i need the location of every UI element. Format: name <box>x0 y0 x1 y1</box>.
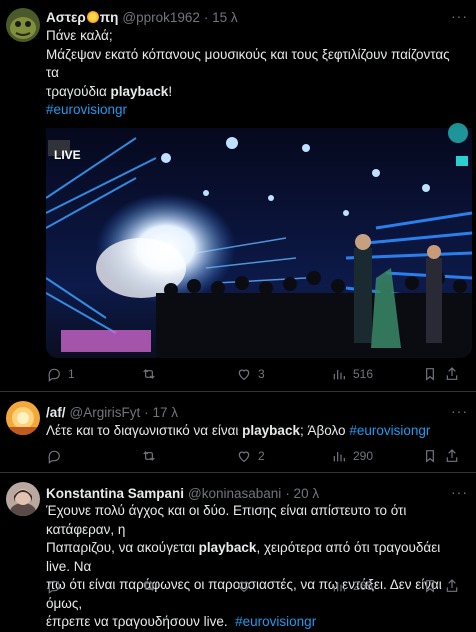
share-button[interactable] <box>444 578 466 594</box>
share-icon <box>446 449 458 462</box>
avatar[interactable] <box>6 8 40 42</box>
bookmark-button[interactable] <box>422 448 444 464</box>
text-line: τραγούδια playback! <box>46 83 173 99</box>
heart-icon <box>238 581 250 593</box>
reply-button[interactable] <box>46 448 68 464</box>
retweet-icon <box>143 451 155 461</box>
tweet-text: Λέτε και το διαγωνιστικό να είναι playba… <box>46 423 431 438</box>
retweet-icon <box>143 581 155 591</box>
view-count: 265 <box>353 579 374 593</box>
like-count: 2 <box>258 449 265 463</box>
bookmark-button[interactable] <box>422 366 444 382</box>
reply-icon <box>48 368 60 382</box>
view-count: 516 <box>353 367 374 381</box>
analytics-icon <box>333 452 345 462</box>
share-icon <box>446 367 458 380</box>
like-button[interactable]: 3 <box>236 366 265 382</box>
avatar[interactable] <box>6 401 40 435</box>
display-name[interactable]: Konstantina Sampani <box>46 486 184 501</box>
reply-count: 1 <box>68 367 75 381</box>
bookmark-button[interactable] <box>422 578 444 594</box>
view-count: 290 <box>353 449 374 463</box>
views-button[interactable]: 265 <box>331 578 373 594</box>
more-options-icon[interactable]: ··· <box>451 8 468 24</box>
tweet-2[interactable]: /af/ @ArgirisFyt · 17 λ ··· Λέτε και το … <box>0 393 476 473</box>
tweet-text: Έχουνε πολύ άγχος και οι δύο. Επισης είν… <box>46 502 466 632</box>
user-handle[interactable]: @ArgirisFyt <box>70 405 141 420</box>
reply-button[interactable] <box>46 578 68 594</box>
sun-emoji-icon <box>86 10 99 23</box>
timestamp[interactable]: · 15 λ <box>204 10 238 25</box>
bookmark-icon <box>426 368 434 381</box>
text-line: έπρεπε να τραγουδήσουν live. #eurovision… <box>46 614 317 629</box>
more-options-icon[interactable]: ··· <box>451 403 468 419</box>
bookmark-icon <box>426 580 434 593</box>
reply-icon <box>48 580 60 594</box>
bookmark-icon <box>426 450 434 463</box>
timestamp[interactable]: · 20 λ <box>285 486 319 501</box>
tweet-1[interactable]: Αστερ πη @pprok1962 · 15 λ ··· Πάνε καλά;… <box>0 0 476 392</box>
hashtag-link[interactable]: #eurovisiongr <box>349 423 430 438</box>
media-image[interactable]: LIVE <box>46 118 472 358</box>
like-button[interactable]: 2 <box>236 448 265 464</box>
analytics-icon <box>333 582 345 592</box>
heart-icon <box>238 369 250 381</box>
tweet-text: Πάνε καλά; Μάζεψαν εκατό κόπανους μουσικ… <box>46 27 466 120</box>
hashtag-link[interactable]: #eurovisiongr <box>235 614 316 629</box>
text-line: Έχουνε πολύ άγχος και οι δύο. Επισης είν… <box>46 503 407 537</box>
live-label: LIVE <box>54 148 81 162</box>
text-line: Πάνε καλά; <box>46 28 113 43</box>
views-button[interactable]: 516 <box>331 366 373 382</box>
analytics-icon <box>333 370 345 380</box>
share-button[interactable] <box>444 448 466 464</box>
more-options-icon[interactable]: ··· <box>451 484 468 500</box>
retweet-button[interactable] <box>141 448 163 464</box>
avatar[interactable] <box>6 482 40 516</box>
timestamp[interactable]: · 17 λ <box>144 405 178 420</box>
reply-icon <box>48 450 60 464</box>
views-button[interactable]: 290 <box>331 448 373 464</box>
retweet-icon <box>143 369 155 379</box>
like-button[interactable] <box>236 578 258 594</box>
concert-stage-image <box>46 118 472 358</box>
user-handle[interactable]: @koninasabani <box>188 486 281 501</box>
share-icon <box>446 579 458 592</box>
heart-icon <box>238 451 250 463</box>
display-name[interactable]: Αστερ πη <box>46 10 118 25</box>
retweet-button[interactable] <box>141 366 163 382</box>
hashtag-link[interactable]: #eurovisiongr <box>46 101 466 120</box>
text-line: Παπαριζου, να ακούγεται playback, χειρότ… <box>46 540 441 574</box>
retweet-button[interactable] <box>141 578 163 594</box>
share-button[interactable] <box>444 366 466 382</box>
display-name[interactable]: /af/ <box>46 405 66 420</box>
user-handle[interactable]: @pprok1962 <box>122 10 200 25</box>
reply-button[interactable]: 1 <box>46 366 75 382</box>
text-line: Μάζεψαν εκατό κόπανους μουσικούς και του… <box>46 46 450 81</box>
like-count: 3 <box>258 367 265 381</box>
tweet-3[interactable]: Konstantina Sampani @koninasabani · 20 λ… <box>0 474 476 629</box>
